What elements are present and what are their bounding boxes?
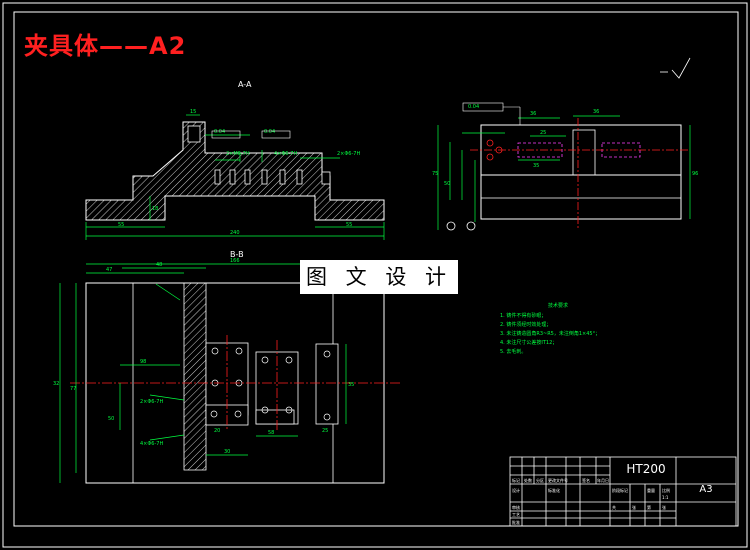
dim-aa-left: 55 [118,222,124,228]
dim-bb-3: 166 [230,258,240,264]
tb-cell-11: 审核 [512,504,520,510]
note-3: 3. 未注铸造圆角R3~R5，未注倒角1×45°； [500,330,600,337]
material-label: HT200 [626,462,666,476]
tb-cell-0: 标记 [512,477,520,483]
section-aa-view: A-A 240 55 55 18 15 0.04 0.04 2×M6-7H 4×… [85,80,385,240]
tb-cell-9: 重量 [647,487,655,493]
tb-cell-16: 第 [647,504,651,510]
dim-top-3: 96 [692,171,698,177]
dim-top-tol: 0.04 [468,104,479,110]
dim-top-4: 25 [540,130,546,136]
dim-aa-tol-1: 0.04 [214,129,225,135]
note-5: 5. 去毛刺。 [500,348,526,355]
dim-aa-thread-3: 2×Φ6-7H [337,151,360,157]
dim-top-5: 35 [533,163,539,169]
drawing-title: 夹具体——A2 [24,32,187,60]
dim-bb-9: 35 [348,382,354,388]
dim-aa-tol-2: 0.04 [264,129,275,135]
tb-cell-18: 1:1 [662,495,669,500]
dim-bb-4: 32 [53,381,59,387]
tb-cell-10: 比例 [662,487,670,493]
tb-cell-5: 年月日 [597,477,609,483]
dim-aa-thread-1: 2×M6-7H [226,151,250,157]
dim-bb-6: 98 [140,359,146,365]
tb-cell-8: 阶段标记 [612,487,628,493]
technical-notes: 技术要求 1. 铸件不得有砂眼； 2. 铸件须经时效处理； 3. 未注铸造圆角R… [500,302,600,355]
dim-aa-height: 18 [152,206,158,212]
tb-cell-17: 张 [662,504,666,510]
dim-bb-10: 25 [322,428,328,434]
dim-aa-right: 55 [346,222,352,228]
dim-bb-thread-1: 2×Φ6-7H [140,399,163,405]
drawing-sheet: A-A 240 55 55 18 15 0.04 0.04 2×M6-7H 4×… [0,0,750,550]
tb-cell-14: 共 [612,504,616,510]
tb-cell-6: 设计 [512,487,520,493]
dim-bb-11: 20 [214,428,220,434]
dim-bb-5: 77 [70,386,76,392]
tb-cell-1: 处数 [524,477,532,483]
dim-bb-thread-2: 4×Φ6-7H [140,441,163,447]
dim-top-6: 75 [432,171,438,177]
dim-top-7: 50 [444,181,450,187]
dim-aa-overall: 240 [230,230,240,236]
tb-cell-15: 张 [632,504,636,510]
dim-bb-2: 48 [156,262,162,268]
watermark: 图 文 设 计 [300,260,458,294]
plan-view: 36 36 96 25 35 75 50 0.04 [432,57,698,231]
roughness-symbol [660,57,691,79]
note-2: 2. 铸件须经时效处理； [500,321,551,328]
dim-bb-8: 58 [268,430,274,436]
note-4: 4. 未注尺寸公差按IT12； [500,339,557,346]
notes-heading: 技术要求 [548,302,568,309]
dim-bb-7: 30 [224,449,230,455]
tb-cell-3: 更改文件号 [548,477,568,483]
dim-top-1: 36 [530,111,536,117]
dim-aa-thread-2: 4×Φ6-7H [274,151,297,157]
part-name-label: A3 [699,484,713,495]
dim-bb-1: 47 [106,267,112,273]
dim-top-2: 36 [593,109,599,115]
tb-cell-7: 标准化 [548,487,560,493]
note-1: 1. 铸件不得有砂眼； [500,312,546,319]
dim-aa-top: 15 [190,109,196,115]
tb-cell-13: 批准 [512,519,520,525]
tb-cell-4: 签名 [582,477,590,483]
tb-cell-2: 分区 [536,477,544,483]
tb-cell-12: 工艺 [512,512,520,517]
section-aa-label: A-A [238,80,252,89]
dim-bb-12: 50 [108,416,114,422]
